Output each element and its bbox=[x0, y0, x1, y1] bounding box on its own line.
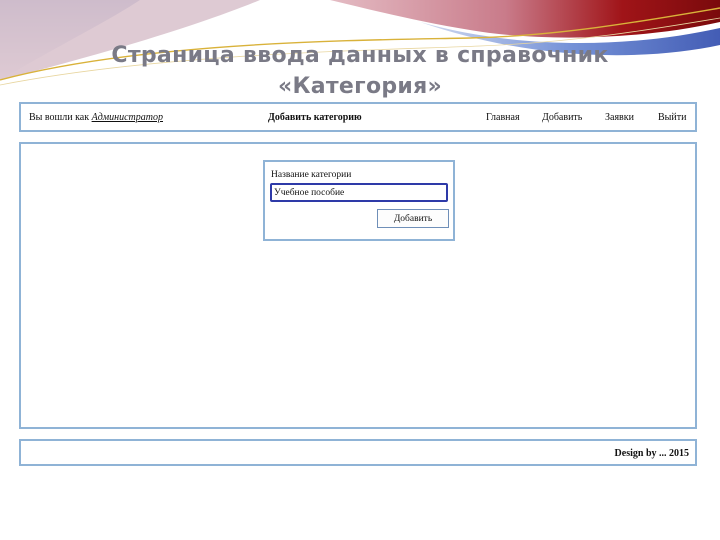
page-heading: Добавить категорию bbox=[268, 112, 362, 123]
login-user-link[interactable]: Администратор bbox=[92, 112, 163, 123]
slide-title-line-2: «Категория» bbox=[277, 74, 443, 99]
add-category-button[interactable]: Добавить bbox=[377, 209, 449, 228]
footer-credit: Design by ... 2015 bbox=[614, 448, 689, 459]
nav-link-requests[interactable]: Заявки bbox=[605, 112, 634, 123]
main-content-panel: Название категории Добавить bbox=[19, 142, 697, 429]
slide-title: Страница ввода данных в справочник «Кате… bbox=[0, 40, 720, 102]
nav-link-logout[interactable]: Выйти bbox=[658, 112, 686, 123]
slide-title-line-1: Страница ввода данных в справочник bbox=[111, 43, 609, 68]
login-prefix: Вы вошли как bbox=[29, 112, 90, 123]
add-category-form: Название категории Добавить bbox=[263, 160, 455, 241]
header-bar: Вы вошли как Администратор Добавить кате… bbox=[19, 102, 697, 132]
login-status: Вы вошли как Администратор bbox=[29, 112, 163, 123]
nav-link-home[interactable]: Главная bbox=[486, 112, 520, 123]
nav-link-add[interactable]: Добавить bbox=[542, 112, 582, 123]
category-name-label: Название категории bbox=[271, 170, 352, 180]
footer-bar: Design by ... 2015 bbox=[19, 439, 697, 466]
category-name-input[interactable] bbox=[270, 183, 448, 202]
